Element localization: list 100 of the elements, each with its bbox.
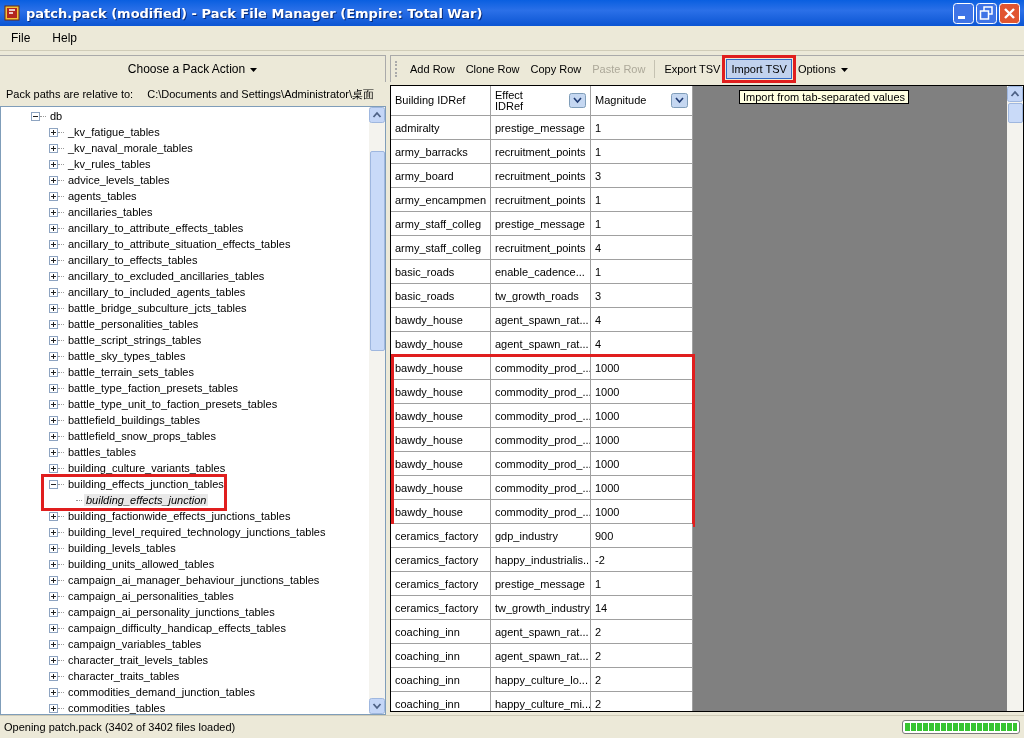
expand-icon[interactable] (49, 223, 58, 233)
expand-icon[interactable] (49, 239, 58, 249)
expand-icon[interactable] (49, 303, 58, 313)
tree-item[interactable]: campaign_difficulty_handicap_effects_tables (66, 622, 288, 634)
tree-item[interactable]: ancillary_to_attribute_effects_tables (66, 222, 246, 234)
table-cell: army_staff_colleg (391, 236, 491, 260)
scroll-thumb[interactable] (369, 151, 385, 351)
pack-action-dropdown[interactable]: Choose a Pack Action (121, 60, 264, 78)
expand-icon[interactable] (49, 527, 58, 537)
toolbar-button[interactable]: Add Row (405, 59, 460, 79)
expand-icon[interactable] (49, 127, 58, 137)
tree-item[interactable]: campaign_variables_tables (66, 638, 204, 650)
expand-icon[interactable] (49, 191, 58, 201)
expand-icon[interactable] (49, 559, 58, 569)
tree-item[interactable]: ancillaries_tables (66, 206, 155, 218)
tree-item[interactable]: battle_sky_types_tables (66, 350, 188, 362)
expand-icon[interactable] (49, 463, 58, 473)
expand-icon[interactable] (49, 287, 58, 297)
tree-item[interactable]: advice_levels_tables (66, 174, 172, 186)
tree-item[interactable]: battle_script_strings_tables (66, 334, 204, 346)
tree-item[interactable]: battles_tables (66, 446, 138, 458)
tree-item[interactable]: commodities_tables (66, 702, 168, 714)
expand-icon[interactable] (49, 143, 58, 153)
expand-icon[interactable] (49, 319, 58, 329)
tree-item[interactable]: building_effects_junction (84, 494, 209, 506)
expand-icon[interactable] (49, 415, 58, 425)
expand-icon[interactable] (49, 639, 58, 649)
scrollbar[interactable] (1007, 86, 1023, 711)
tree-item[interactable]: _kv_fatigue_tables (66, 126, 162, 138)
tree-item[interactable]: ancillary_to_attribute_situation_effects_tables (66, 238, 293, 250)
expand-icon[interactable] (49, 399, 58, 409)
minimize-icon[interactable] (953, 2, 974, 24)
expand-icon[interactable] (49, 431, 58, 441)
expand-icon[interactable] (49, 687, 58, 697)
tree-item[interactable]: battlefield_buildings_tables (66, 414, 203, 426)
tree-item[interactable]: ancillary_to_effects_tables (66, 254, 200, 266)
tree-item[interactable]: character_traits_tables (66, 670, 182, 682)
scrollbar[interactable] (369, 107, 385, 714)
column-header[interactable]: Effect IDRef (491, 86, 591, 116)
expand-icon[interactable] (49, 207, 58, 217)
close-icon[interactable] (999, 2, 1020, 24)
menu-item[interactable]: File (8, 29, 34, 47)
expand-icon[interactable] (49, 383, 58, 393)
expand-icon[interactable] (49, 335, 58, 345)
tree-item[interactable]: building_units_allowed_tables (66, 558, 217, 570)
tree-item[interactable]: building_factionwide_effects_junctions_tables (66, 510, 293, 522)
tree-item[interactable]: db (48, 110, 65, 122)
table-cell: recruitment_points (491, 236, 591, 260)
expand-icon[interactable] (49, 271, 58, 281)
tree-item[interactable]: battle_personalities_tables (66, 318, 201, 330)
expand-icon[interactable] (49, 175, 58, 185)
expand-icon[interactable] (49, 367, 58, 377)
expand-icon[interactable] (49, 591, 58, 601)
expand-icon[interactable] (49, 351, 58, 361)
expand-icon[interactable] (49, 543, 58, 553)
scroll-down-icon[interactable] (369, 698, 385, 714)
collapse-icon[interactable] (31, 111, 40, 121)
tree-item[interactable]: building_culture_variants_tables (66, 462, 228, 474)
toolbar-button[interactable]: Export TSV (659, 59, 726, 79)
expand-icon[interactable] (49, 255, 58, 265)
column-header[interactable]: Magnitude (591, 86, 693, 116)
expand-icon[interactable] (49, 447, 58, 457)
tree-item[interactable]: battlefield_snow_props_tables (66, 430, 218, 442)
tree-item[interactable]: battle_type_unit_to_faction_presets_tables (66, 398, 280, 410)
filter-dropdown-icon[interactable] (671, 93, 688, 108)
tree-item[interactable]: battle_terrain_sets_tables (66, 366, 196, 378)
expand-icon[interactable] (49, 655, 58, 665)
scroll-thumb[interactable] (1007, 103, 1023, 123)
tree-item[interactable]: building_levels_tables (66, 542, 178, 554)
tree-item[interactable]: ancillary_to_included_agents_tables (66, 286, 248, 298)
expand-icon[interactable] (49, 511, 58, 521)
tree-item[interactable]: ancillary_to_excluded_ancillaries_tables (66, 270, 267, 282)
tree-item[interactable]: battle_bridge_subculture_jcts_tables (66, 302, 249, 314)
collapse-icon[interactable] (49, 479, 58, 489)
expand-icon[interactable] (49, 623, 58, 633)
tree-item[interactable]: campaign_ai_manager_behaviour_junctions_tables (66, 574, 322, 586)
tree-item[interactable]: building_level_required_technology_junctions_tables (66, 526, 328, 538)
expand-icon[interactable] (49, 159, 58, 169)
expand-icon[interactable] (49, 703, 58, 713)
menu-item[interactable]: Help (49, 29, 81, 47)
tree-item[interactable]: _kv_naval_morale_tables (66, 142, 195, 154)
tree-item[interactable]: building_effects_junction_tables (66, 478, 226, 490)
tree-item[interactable]: character_trait_levels_tables (66, 654, 211, 666)
expand-icon[interactable] (49, 671, 58, 681)
column-header[interactable]: Building IDRef (391, 86, 491, 116)
tree-item[interactable]: campaign_ai_personalities_tables (66, 590, 236, 602)
toolbar-button[interactable]: Copy Row (525, 59, 587, 79)
tree-item[interactable]: _kv_rules_tables (66, 158, 153, 170)
toolbar-button[interactable]: Clone Row (460, 59, 525, 79)
expand-icon[interactable] (49, 607, 58, 617)
tree-item[interactable]: commodities_demand_junction_tables (66, 686, 258, 698)
tree-item[interactable]: agents_tables (66, 190, 139, 202)
scroll-up-icon[interactable] (369, 107, 385, 123)
tree-item[interactable]: battle_type_faction_presets_tables (66, 382, 240, 394)
filter-dropdown-icon[interactable] (569, 93, 586, 108)
restore-icon[interactable] (976, 2, 997, 24)
scroll-up-icon[interactable] (1007, 86, 1023, 102)
toolbar-button[interactable]: Options (792, 59, 853, 79)
expand-icon[interactable] (49, 575, 58, 585)
tree-item[interactable]: campaign_ai_personality_junctions_tables (66, 606, 277, 618)
